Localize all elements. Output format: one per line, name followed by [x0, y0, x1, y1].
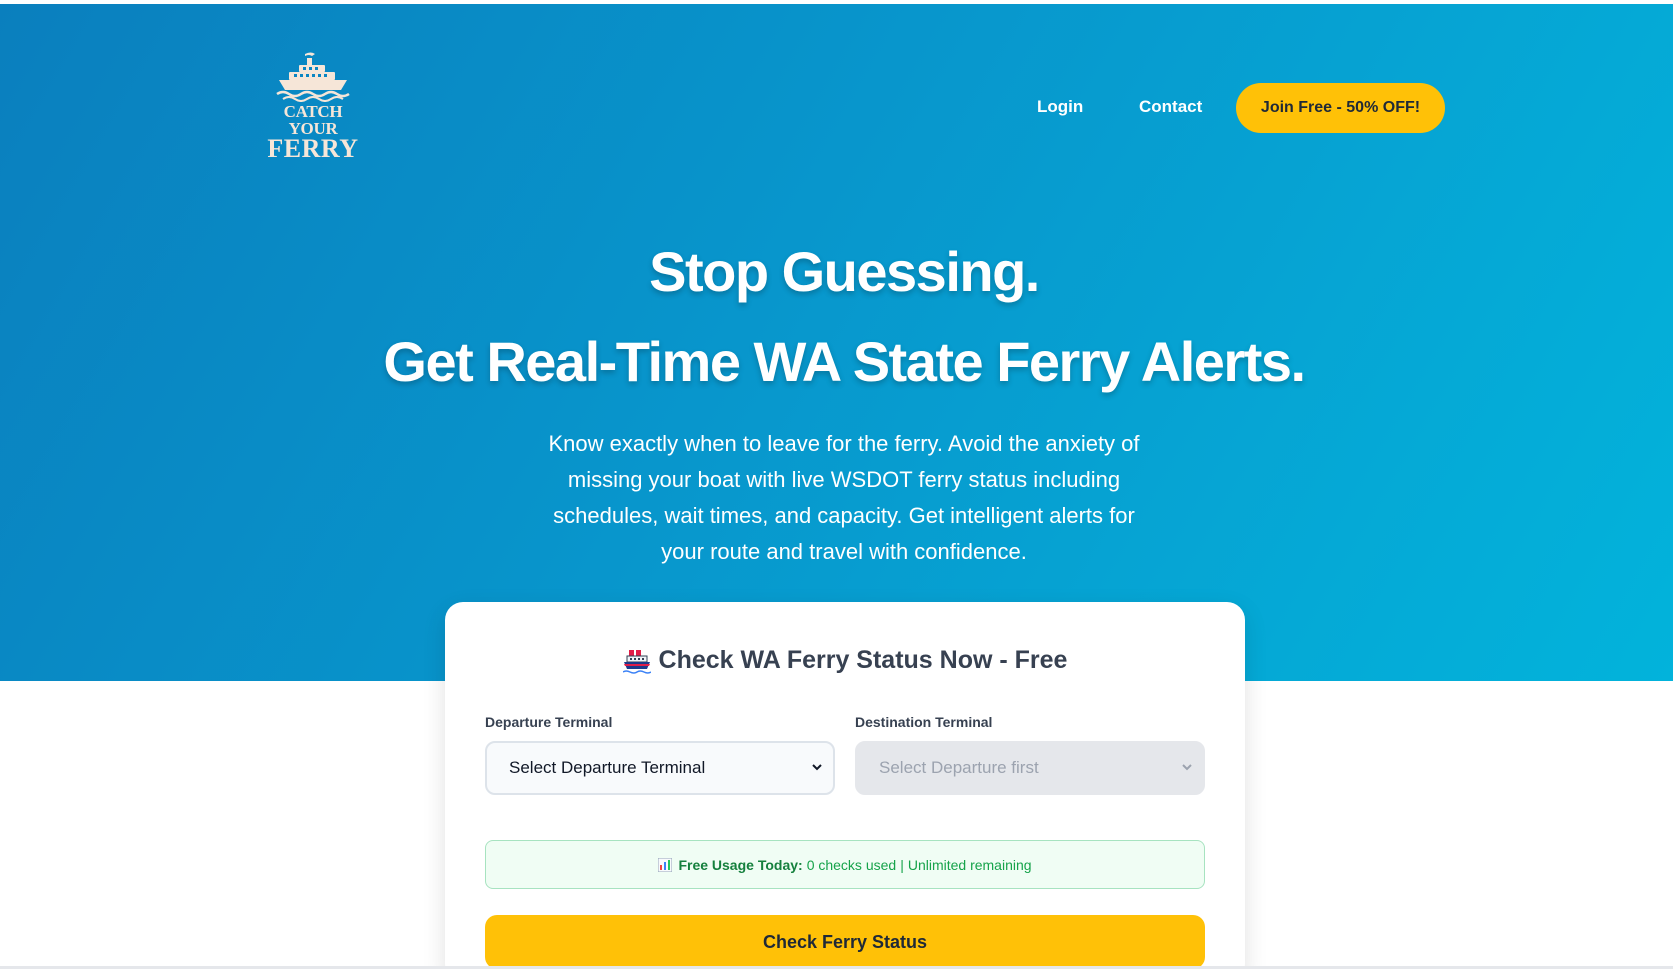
departure-label: Departure Terminal — [485, 714, 613, 730]
join-free-button[interactable]: Join Free - 50% OFF! — [1236, 83, 1445, 133]
hero-headline-1: Stop Guessing. — [649, 240, 1040, 303]
hero-headline-2: Get Real-Time WA State Ferry Alerts. — [383, 330, 1306, 393]
destination-select[interactable]: Select Departure first — [855, 741, 1205, 795]
brand-line1: CATCH YOUR — [283, 102, 343, 138]
departure-select-value: Select Departure Terminal — [509, 758, 706, 777]
ship-emoji-icon — [622, 649, 651, 674]
check-ferry-status-button[interactable]: Check Ferry Status — [485, 915, 1205, 969]
card-title-text: Check WA Ferry Status Now - Free — [658, 646, 1068, 674]
brand-line2: FERRY — [267, 134, 359, 163]
destination-select-value: Select Departure first — [879, 758, 1039, 777]
departure-select[interactable]: Select Departure Terminal — [485, 741, 835, 795]
chevron-down-icon — [1182, 764, 1192, 771]
nav-login-link[interactable]: Login — [1037, 97, 1083, 117]
brand-logo[interactable]: CATCH YOUR FERRY — [258, 52, 368, 162]
ferry-boat-icon — [276, 52, 350, 102]
ferry-status-card: Check WA Ferry Status Now - Free Departu… — [445, 602, 1245, 969]
usage-label: Free Usage Today: — [678, 856, 803, 873]
hero-description: Know exactly when to leave for the ferry… — [548, 431, 1140, 564]
usage-remaining: Unlimited remaining — [907, 856, 1032, 873]
usage-separator: | — [900, 856, 904, 873]
hero-section: CATCH YOUR FERRY Login Contact Join Free… — [0, 4, 1673, 681]
bar-chart-icon — [658, 857, 673, 872]
card-title: Check WA Ferry Status Now - Free — [445, 646, 1245, 675]
usage-used: 0 checks used — [806, 856, 897, 873]
nav-contact-link[interactable]: Contact — [1139, 97, 1202, 117]
destination-label: Destination Terminal — [855, 714, 993, 730]
chevron-down-icon — [812, 764, 822, 771]
usage-status-banner: Free Usage Today: 0 checks used | Unlimi… — [485, 840, 1205, 889]
